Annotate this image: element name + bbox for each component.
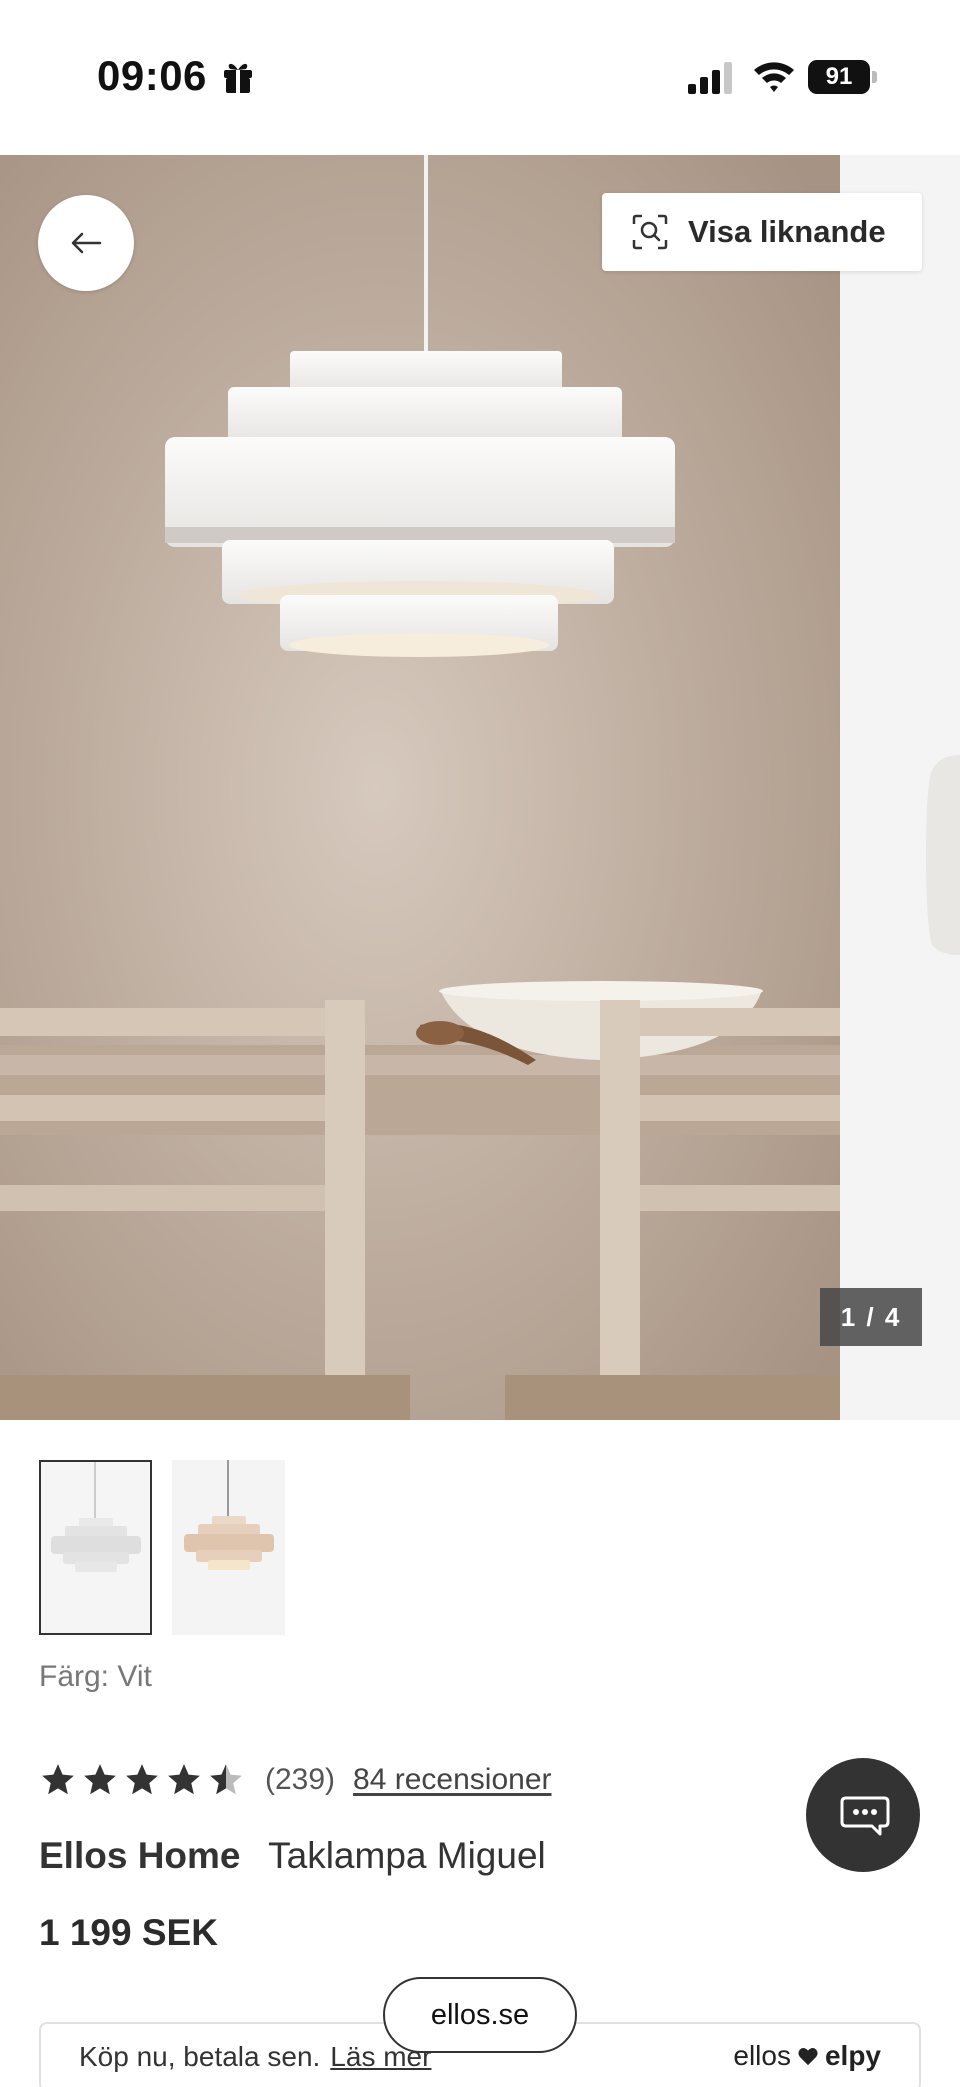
paylater-brand-right: elpy: [824, 2040, 881, 2071]
product-image[interactable]: [0, 155, 840, 1420]
chat-icon: [840, 1796, 890, 1836]
paylater-brand: ellos elpy: [733, 2040, 881, 2072]
product-image-gallery[interactable]: Visa liknande 1 / 4: [0, 155, 960, 1420]
visual-search-button[interactable]: Visa liknande: [602, 193, 922, 271]
thumbnail-white[interactable]: [39, 1460, 152, 1635]
status-bar: 09:06 91: [0, 0, 960, 155]
paylater-brand-left: ellos: [733, 2040, 791, 2071]
star-half-icon: [210, 1764, 242, 1795]
star-icon: [42, 1764, 74, 1795]
thumbnail-beige-image: [172, 1460, 285, 1635]
thumbnail-beige[interactable]: [172, 1460, 285, 1635]
back-arrow-icon: [71, 232, 102, 254]
battery-cap: [872, 71, 877, 83]
product-brand[interactable]: Ellos Home: [39, 1835, 241, 1876]
rating-row[interactable]: (239) 84 recensioner: [39, 1755, 552, 1805]
status-time: 09:06: [97, 52, 207, 99]
gift-icon: [224, 63, 252, 93]
browser-url-pill[interactable]: ellos.se: [383, 1977, 577, 2053]
star-icon: [84, 1764, 116, 1795]
product-name: Taklampa Miguel: [268, 1835, 546, 1876]
next-product-image[interactable]: [840, 155, 960, 1420]
visual-search-icon: [632, 214, 668, 250]
image-counter: 1 / 4: [820, 1288, 922, 1346]
heart-icon: [798, 2048, 818, 2066]
wifi-icon: [754, 62, 794, 92]
visual-search-label: Visa liknande: [688, 214, 886, 249]
reviews-link[interactable]: 84 recensioner: [353, 1763, 551, 1797]
color-label: Färg: Vit: [39, 1660, 152, 1693]
paylater-text: Köp nu, betala sen.: [79, 2041, 321, 2072]
back-button[interactable]: [38, 195, 134, 291]
chat-button[interactable]: [806, 1758, 920, 1872]
rating-stars: [39, 1761, 245, 1799]
star-icon: [168, 1764, 200, 1795]
product-title: Ellos Home Taklampa Miguel: [39, 1835, 546, 1877]
thumbnail-white-image: [41, 1462, 150, 1633]
next-image-preview: [840, 155, 960, 1420]
battery-indicator: 91: [808, 60, 877, 94]
product-price: 1 199 SEK: [39, 1912, 218, 1953]
battery-level: 91: [808, 60, 870, 94]
rating-count: (239): [265, 1763, 336, 1796]
star-icon: [126, 1764, 158, 1795]
signal-icon: [688, 62, 732, 94]
